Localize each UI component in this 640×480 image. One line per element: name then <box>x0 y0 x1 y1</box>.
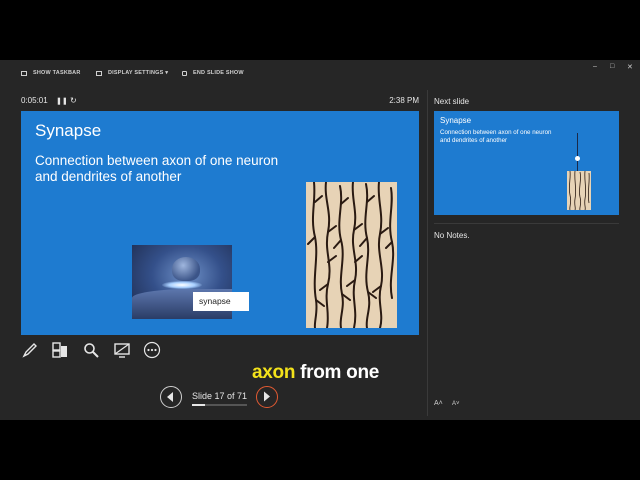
speaker-notes[interactable]: No Notes. <box>434 231 470 240</box>
show-taskbar-label: SHOW TASKBAR <box>33 70 81 76</box>
restart-icon[interactable]: ↻ <box>70 96 77 105</box>
timer-row: 0:05:01 ❚❚ ↻ 2:38 PM <box>21 96 419 106</box>
zoom-icon[interactable] <box>82 341 100 359</box>
caption-highlight: axon <box>252 362 296 383</box>
more-icon[interactable] <box>143 341 161 359</box>
next-slide-title: Synapse <box>440 116 472 125</box>
presenter-view: SHOW TASKBAR DISPLAY SETTINGS ▾ END SLID… <box>0 60 640 420</box>
next-slide-pointer-line <box>577 133 578 171</box>
video-caption: axon from one <box>252 362 379 384</box>
panel-divider <box>427 90 428 416</box>
screen-icon[interactable] <box>113 341 131 359</box>
synaptic-glow-shape <box>162 281 202 289</box>
increase-font-button[interactable]: A˄ <box>434 400 443 407</box>
next-slide-preview[interactable]: Synapse Connection between axon of one n… <box>434 111 619 215</box>
slide-progress-bar <box>192 404 247 406</box>
presenter-tools <box>21 341 171 359</box>
pen-icon[interactable] <box>21 341 39 359</box>
dendrite-drawing <box>307 181 395 329</box>
next-icon <box>264 391 270 402</box>
end-slide-show-label: END SLIDE SHOW <box>193 70 244 76</box>
current-slide[interactable]: Synapse Connection between axon of one n… <box>21 111 419 335</box>
dendrite-image <box>306 181 397 329</box>
close-button[interactable]: ✕ <box>627 63 633 71</box>
end-slide-show-button[interactable]: END SLIDE SHOW <box>182 68 244 78</box>
taskbar-icon <box>21 70 27 76</box>
decrease-font-button[interactable]: A˅ <box>452 401 460 407</box>
next-slide-body: Connection between axon of one neuron an… <box>440 129 552 144</box>
slide-progress-fill <box>192 404 206 406</box>
minimize-button[interactable]: – <box>593 63 597 70</box>
slide-navigation: Slide 17 of 71 <box>160 385 280 409</box>
slide-body: Connection between axon of one neuron an… <box>35 153 279 184</box>
show-taskbar-button[interactable]: SHOW TASKBAR <box>21 68 81 78</box>
axon-terminal-shape <box>172 257 200 281</box>
monitor-icon <box>96 70 102 76</box>
display-settings-button[interactable]: DISPLAY SETTINGS ▾ <box>96 68 168 78</box>
next-slide-button[interactable] <box>256 386 278 408</box>
previous-icon <box>167 392 173 402</box>
notes-divider <box>434 223 619 224</box>
next-slide-pointer-dot <box>575 156 580 161</box>
caption-text: from one <box>295 362 380 383</box>
slide-counter[interactable]: Slide 17 of 71 <box>192 391 247 401</box>
slides-grid-icon[interactable] <box>51 341 69 359</box>
next-slide-label: Next slide <box>434 97 470 106</box>
pause-icon[interactable]: ❚❚ <box>56 97 68 105</box>
slide-title: Synapse <box>35 121 102 140</box>
notes-font-controls: A˄ A˅ <box>434 400 474 410</box>
next-slide-dendrite-image <box>567 170 591 211</box>
display-settings-label: DISPLAY SETTINGS ▾ <box>108 70 169 76</box>
previous-slide-button[interactable] <box>160 386 182 408</box>
end-show-icon <box>182 70 187 76</box>
elapsed-time: 0:05:01 <box>21 96 48 105</box>
current-time: 2:38 PM <box>389 96 419 105</box>
synapse-label: synapse <box>193 292 249 311</box>
restore-button[interactable]: □ <box>610 63 614 70</box>
presenter-toolbar: SHOW TASKBAR DISPLAY SETTINGS ▾ END SLID… <box>0 60 640 84</box>
